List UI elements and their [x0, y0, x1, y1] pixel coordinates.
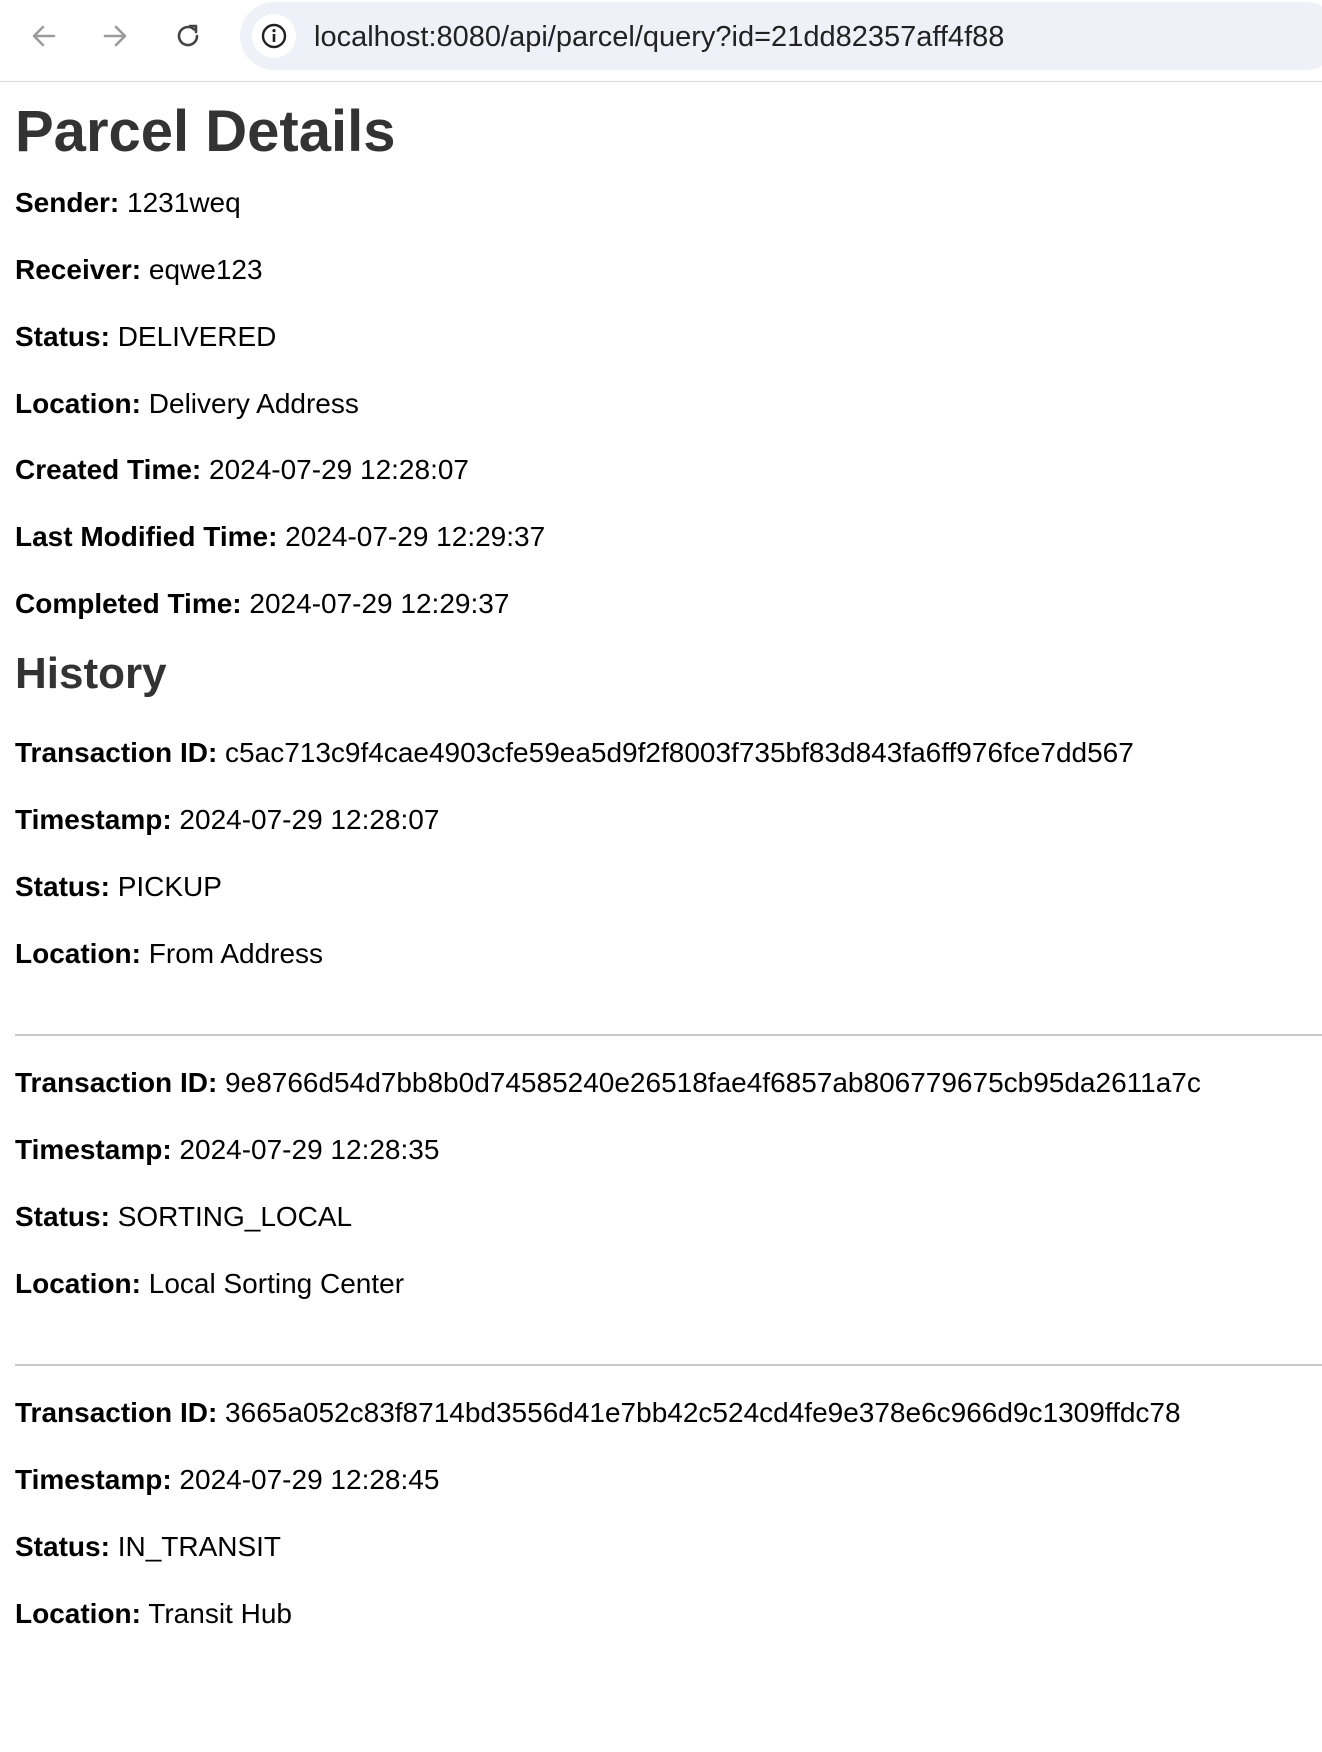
url-text[interactable]: localhost:8080/api/parcel/query?id=21dd8…	[314, 20, 1004, 54]
detail-value: DELIVERED	[117, 321, 277, 352]
arrow-left-icon	[32, 25, 56, 47]
history-transaction-id: Transaction ID: 3665a052c83f8714bd3556d4…	[15, 1396, 1181, 1430]
history-label: Transaction ID:	[15, 1067, 218, 1098]
arrow-right-icon	[103, 25, 127, 47]
history-divider	[15, 1364, 1322, 1366]
browser-toolbar: localhost:8080/api/parcel/query?id=21dd8…	[0, 0, 1322, 82]
page-scrollbar[interactable]	[1314, 82, 1322, 1752]
history-label: Timestamp:	[15, 1134, 172, 1165]
history-label: Status:	[15, 871, 110, 902]
history-location: Location: Transit Hub	[15, 1597, 292, 1631]
detail-label: Status:	[15, 321, 110, 352]
history-status: Status: PICKUP	[15, 870, 222, 904]
detail-completed-time: Completed Time: 2024-07-29 12:29:37	[15, 587, 509, 621]
page-title: Parcel Details	[15, 99, 396, 164]
detail-label: Receiver:	[15, 254, 142, 285]
history-label: Timestamp:	[15, 1464, 172, 1495]
detail-receiver: Receiver: eqwe123	[15, 253, 263, 287]
history-timestamp: Timestamp: 2024-07-29 12:28:35	[15, 1133, 439, 1167]
back-button[interactable]	[22, 14, 66, 58]
history-label: Location:	[15, 1598, 141, 1629]
history-label: Location:	[15, 938, 141, 969]
reload-button[interactable]	[166, 14, 210, 58]
detail-label: Completed Time:	[15, 588, 242, 619]
history-value: 3665a052c83f8714bd3556d41e7bb42c524cd4fe…	[225, 1397, 1181, 1428]
history-label: Timestamp:	[15, 804, 172, 835]
detail-location: Location: Delivery Address	[15, 387, 359, 421]
site-info-button[interactable]	[252, 14, 296, 58]
detail-label: Sender:	[15, 187, 120, 218]
detail-label: Location:	[15, 388, 141, 419]
detail-status: Status: DELIVERED	[15, 320, 276, 354]
history-value: 2024-07-29 12:28:35	[179, 1134, 440, 1165]
detail-value: eqwe123	[148, 254, 263, 285]
history-label: Transaction ID:	[15, 1397, 218, 1428]
history-value: Local Sorting Center	[148, 1268, 405, 1299]
history-transaction-id: Transaction ID: c5ac713c9f4cae4903cfe59e…	[15, 736, 1134, 770]
info-icon	[261, 23, 287, 49]
history-value: IN_TRANSIT	[117, 1531, 282, 1562]
history-value: 2024-07-29 12:28:07	[179, 804, 440, 835]
history-value: Transit Hub	[148, 1598, 292, 1629]
history-divider	[15, 1034, 1322, 1036]
forward-button[interactable]	[93, 14, 137, 58]
history-label: Location:	[15, 1268, 141, 1299]
history-label: Transaction ID:	[15, 737, 218, 768]
detail-value: Delivery Address	[148, 388, 359, 419]
detail-value: 2024-07-29 12:29:37	[285, 521, 546, 552]
history-location: Location: From Address	[15, 937, 323, 971]
history-status: Status: SORTING_LOCAL	[15, 1200, 352, 1234]
history-timestamp: Timestamp: 2024-07-29 12:28:07	[15, 803, 439, 837]
detail-value: 2024-07-29 12:28:07	[209, 454, 469, 485]
detail-sender: Sender: 1231weq	[15, 186, 241, 220]
history-location: Location: Local Sorting Center	[15, 1267, 404, 1301]
history-value: From Address	[148, 938, 324, 969]
history-title: History	[15, 649, 167, 698]
detail-value: 1231weq	[127, 187, 241, 218]
history-value: c5ac713c9f4cae4903cfe59ea5d9f2f8003f735b…	[225, 737, 1134, 768]
history-label: Status:	[15, 1531, 110, 1562]
reload-icon	[177, 24, 199, 47]
detail-created-time: Created Time: 2024-07-29 12:28:07	[15, 453, 469, 487]
history-timestamp: Timestamp: 2024-07-29 12:28:45	[15, 1463, 439, 1497]
detail-value: 2024-07-29 12:29:37	[249, 588, 510, 619]
address-bar[interactable]: localhost:8080/api/parcel/query?id=21dd8…	[240, 2, 1322, 70]
detail-label: Last Modified Time:	[15, 521, 278, 552]
history-value: PICKUP	[117, 871, 222, 902]
history-status: Status: IN_TRANSIT	[15, 1530, 281, 1564]
detail-last-modified-time: Last Modified Time: 2024-07-29 12:29:37	[15, 520, 545, 554]
history-label: Status:	[15, 1201, 110, 1232]
history-value: 2024-07-29 12:28:45	[179, 1464, 440, 1495]
history-transaction-id: Transaction ID: 9e8766d54d7bb8b0d7458524…	[15, 1066, 1201, 1100]
history-value: SORTING_LOCAL	[117, 1201, 353, 1232]
history-value: 9e8766d54d7bb8b0d74585240e26518fae4f6857…	[225, 1067, 1201, 1098]
detail-label: Created Time:	[15, 454, 202, 485]
